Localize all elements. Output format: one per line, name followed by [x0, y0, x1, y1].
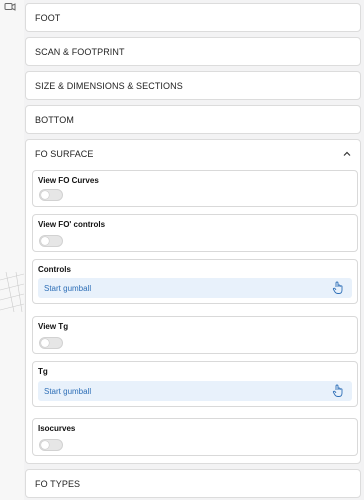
- view-fo-curves-toggle[interactable]: [39, 189, 63, 201]
- view-fo-curves-label: View FO Curves: [38, 176, 99, 185]
- controls-card: Controls Start gumball: [32, 259, 358, 304]
- section-size-dimensions[interactable]: SIZE & DIMENSIONS & SECTIONS: [25, 71, 361, 100]
- view-fo-controls-label: View FO' controls: [38, 220, 106, 229]
- toggle-knob: [41, 191, 49, 199]
- tg-card: Tg Start gumball: [32, 361, 358, 407]
- section-foot-header[interactable]: FOOT: [26, 4, 360, 32]
- isocurves-card: Isocurves: [32, 418, 358, 456]
- section-scan-footprint-header[interactable]: SCAN & FOOTPRINT: [26, 38, 360, 66]
- view-tg-toggle[interactable]: [39, 337, 63, 349]
- properties-panel: FOOT SCAN & FOOTPRINT SIZE & DIMENSIONS …: [25, 0, 363, 500]
- start-gumball-label: Start gumball: [44, 386, 92, 396]
- view-fo-controls-card: View FO' controls: [32, 214, 358, 252]
- view-fo-curves-card: View FO Curves: [32, 170, 358, 207]
- section-size-dimensions-header[interactable]: SIZE & DIMENSIONS & SECTIONS: [26, 72, 360, 100]
- chevron-up-icon[interactable]: [342, 149, 352, 159]
- section-fo-types-label: FO TYPES: [35, 479, 81, 489]
- section-bottom-label: BOTTOM: [35, 115, 74, 125]
- controls-start-gumball-button[interactable]: Start gumball: [38, 278, 352, 298]
- section-fo-surface-header[interactable]: FO SURFACE: [26, 140, 360, 168]
- controls-label: Controls: [38, 265, 71, 274]
- section-foot-label: FOOT: [35, 13, 61, 23]
- isocurves-label: Isocurves: [38, 424, 76, 433]
- section-size-dimensions-label: SIZE & DIMENSIONS & SECTIONS: [35, 81, 183, 91]
- section-fo-surface-label: FO SURFACE: [35, 149, 94, 159]
- view-fo-controls-toggle[interactable]: [39, 235, 63, 247]
- view-tg-label: View Tg: [38, 322, 69, 331]
- left-side-panel: [0, 0, 24, 500]
- window-icon[interactable]: [4, 2, 16, 12]
- toggle-knob: [41, 339, 49, 347]
- hand-pointer-icon: [332, 384, 343, 397]
- section-foot[interactable]: FOOT: [25, 3, 361, 32]
- section-scan-footprint[interactable]: SCAN & FOOTPRINT: [25, 37, 361, 66]
- toggle-knob: [41, 441, 49, 449]
- isocurves-toggle[interactable]: [39, 439, 63, 451]
- hand-pointer-icon: [332, 281, 343, 294]
- section-fo-types[interactable]: FO TYPES: [25, 469, 361, 498]
- tg-label: Tg: [38, 367, 48, 376]
- start-gumball-label: Start gumball: [44, 283, 92, 293]
- view-tg-card: View Tg: [32, 316, 358, 354]
- section-fo-surface: FO SURFACE View FO Curves View FO' contr…: [25, 139, 361, 464]
- grid-decoration: [0, 272, 24, 312]
- section-scan-footprint-label: SCAN & FOOTPRINT: [35, 47, 125, 57]
- toggle-knob: [41, 237, 49, 245]
- section-bottom-header[interactable]: BOTTOM: [26, 106, 360, 134]
- tg-start-gumball-button[interactable]: Start gumball: [38, 381, 352, 401]
- section-bottom[interactable]: BOTTOM: [25, 105, 361, 134]
- section-fo-types-header[interactable]: FO TYPES: [26, 470, 360, 498]
